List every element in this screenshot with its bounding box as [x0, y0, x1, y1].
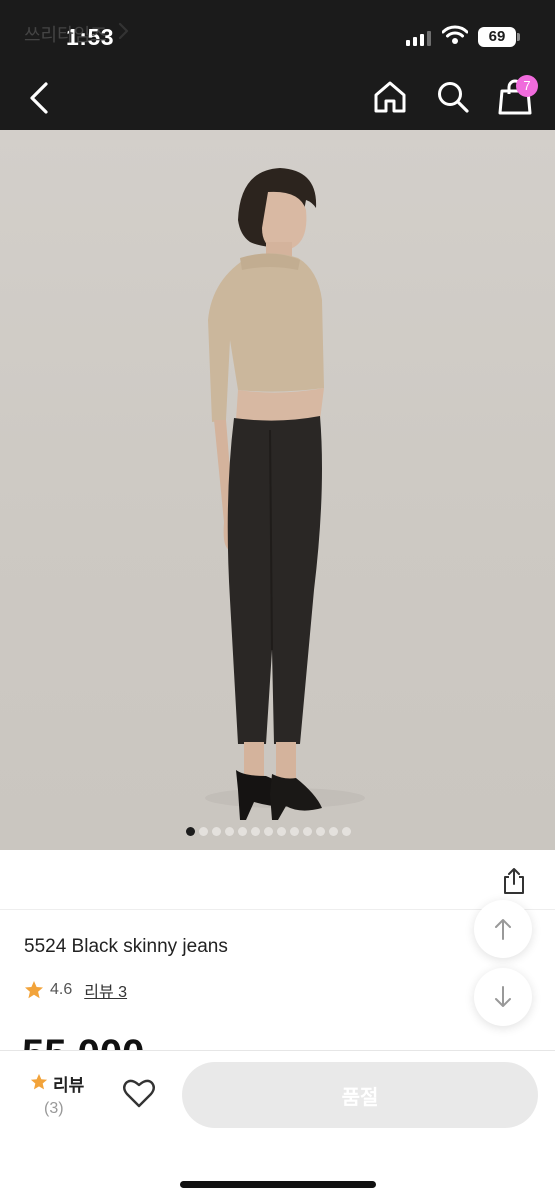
- wifi-icon: [442, 25, 468, 44]
- pagination-dot[interactable]: [199, 827, 208, 836]
- brand-name[interactable]: 쓰리타임즈: [24, 21, 107, 47]
- pagination-dot[interactable]: [264, 827, 273, 836]
- search-icon[interactable]: [436, 80, 470, 114]
- review-summary-button[interactable]: 리뷰 (3): [28, 1068, 90, 1124]
- scroll-down-button[interactable]: [474, 968, 532, 1026]
- top-bar: [0, 0, 555, 130]
- star-icon: [25, 981, 43, 999]
- brand-row[interactable]: [0, 850, 555, 910]
- share-icon[interactable]: [500, 867, 528, 895]
- review-count: (3): [44, 1100, 64, 1117]
- product-title: 5524 Black skinny jeans: [24, 936, 228, 957]
- scroll-up-button[interactable]: [474, 900, 532, 958]
- cellular-signal-icon: [406, 31, 432, 46]
- chevron-right-icon: [118, 22, 129, 40]
- star-icon: [30, 1073, 48, 1090]
- pagination-dot[interactable]: [316, 827, 325, 836]
- pagination-dot[interactable]: [303, 827, 312, 836]
- arrow-up-icon: [495, 919, 511, 940]
- heart-icon[interactable]: [122, 1078, 156, 1110]
- cart-count-badge: 7: [516, 75, 538, 97]
- pagination-dot[interactable]: [225, 827, 234, 836]
- home-icon[interactable]: [372, 79, 408, 115]
- image-pagination: [186, 827, 351, 837]
- home-indicator: [180, 1181, 376, 1188]
- soldout-button[interactable]: 품절: [182, 1062, 538, 1128]
- review-link[interactable]: 리뷰 3: [84, 978, 127, 1002]
- rating-row: 4.6 리뷰 3: [24, 979, 127, 1001]
- battery-tip: [517, 33, 520, 41]
- back-arrow-icon[interactable]: [24, 80, 58, 116]
- product-image[interactable]: [0, 130, 555, 850]
- review-label: 리뷰: [53, 1076, 85, 1095]
- pagination-dot[interactable]: [329, 827, 338, 836]
- model-illustration: [205, 168, 365, 820]
- arrow-down-icon: [495, 986, 511, 1007]
- pagination-dot[interactable]: [277, 827, 286, 836]
- battery-indicator: 69: [478, 27, 516, 47]
- pagination-dot[interactable]: [342, 827, 351, 836]
- pagination-dot[interactable]: [186, 827, 195, 836]
- rating-value: 4.6: [50, 981, 73, 998]
- pagination-dot[interactable]: [290, 827, 299, 836]
- pagination-dot[interactable]: [212, 827, 221, 836]
- pagination-dot[interactable]: [238, 827, 247, 836]
- pagination-dot[interactable]: [251, 827, 260, 836]
